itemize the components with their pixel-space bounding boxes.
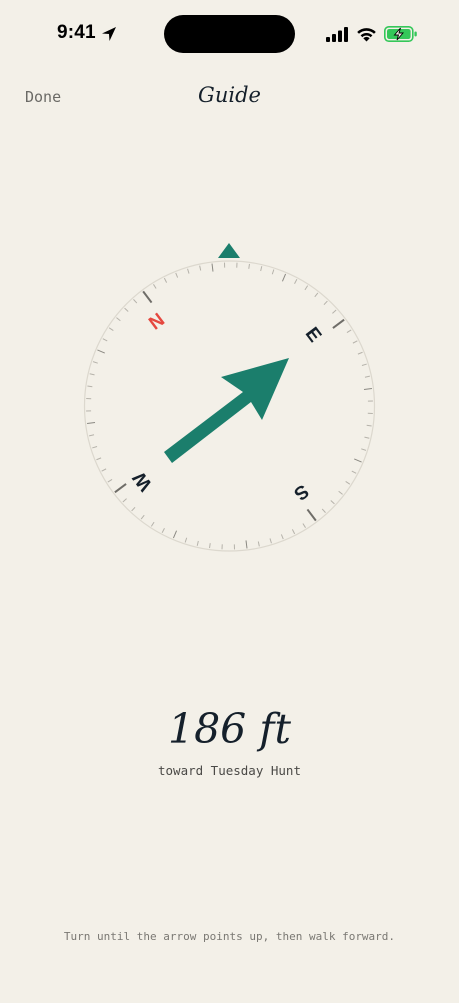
instruction-text: Turn until the arrow points up, then wal… <box>0 930 459 943</box>
compass-tick <box>258 541 259 546</box>
heading-marker-icon <box>218 243 240 258</box>
compass-tick <box>97 350 104 353</box>
compass-tick <box>364 437 369 438</box>
compass-tick <box>295 279 297 283</box>
compass-tick <box>87 386 92 387</box>
compass-tick <box>176 273 178 278</box>
compass: N E S W <box>0 0 459 998</box>
compass-tick <box>305 286 308 290</box>
compass-tick <box>116 318 120 321</box>
compass-tick <box>92 446 97 447</box>
compass-tick <box>362 364 367 365</box>
compass-tick <box>303 523 306 527</box>
compass-tick <box>109 328 113 331</box>
compass-tick <box>197 541 198 546</box>
compass-tick <box>315 293 318 297</box>
compass-tick <box>103 339 107 341</box>
cardinal-south: S <box>290 480 313 504</box>
compass-tick <box>367 425 372 426</box>
compass-tick <box>188 269 189 274</box>
compass-tick <box>364 389 372 390</box>
compass-tick <box>151 522 154 526</box>
distance-readout: 186 ft <box>0 705 459 753</box>
compass-tick <box>102 469 106 471</box>
compass-tick <box>331 500 335 503</box>
compass-tick <box>270 538 271 543</box>
compass-tick-major <box>333 320 344 328</box>
compass-tick-major <box>307 509 315 520</box>
compass-tick <box>132 507 135 511</box>
compass-tick <box>352 471 356 473</box>
compass-tick <box>90 374 95 375</box>
compass-tick <box>361 449 366 451</box>
compass-tick <box>93 362 98 364</box>
compass-tick <box>173 531 176 538</box>
compass-tick <box>354 459 361 462</box>
compass-tick <box>210 543 211 548</box>
compass-tick <box>162 528 164 532</box>
target-label: toward Tuesday Hunt <box>0 763 459 778</box>
compass-tick <box>358 352 363 354</box>
compass-tick-major <box>143 291 151 302</box>
compass-tick-major <box>115 484 126 492</box>
compass-tick <box>282 274 285 281</box>
compass-tick <box>87 423 95 424</box>
compass-tick <box>292 529 294 533</box>
compass-tick <box>125 308 129 311</box>
compass-tick <box>272 270 274 275</box>
compass-tick <box>322 509 325 513</box>
compass-tick <box>246 540 247 548</box>
compass-area: N E S W <box>0 0 459 998</box>
compass-tick <box>281 534 283 539</box>
compass-tick <box>141 515 144 519</box>
compass-tick <box>332 310 336 313</box>
compass-tick <box>153 284 156 288</box>
direction-arrow-icon <box>164 358 289 463</box>
compass-tick <box>346 481 350 484</box>
compass-tick <box>353 341 357 343</box>
compass-tick <box>185 538 187 543</box>
compass-tick <box>365 376 370 377</box>
compass-tick <box>89 435 94 436</box>
compass-tick <box>133 299 136 303</box>
compass-tick <box>324 301 327 305</box>
cardinal-east: E <box>301 324 325 347</box>
compass-tick <box>339 491 343 494</box>
cardinal-north: N <box>145 309 169 334</box>
compass-tick <box>249 264 250 269</box>
compass-tick <box>96 458 101 460</box>
compass-tick <box>261 266 262 271</box>
compass-tick <box>108 479 112 482</box>
compass-tick <box>123 499 127 502</box>
compass-tick <box>164 278 166 282</box>
compass-tick <box>212 264 213 272</box>
compass-tick <box>347 330 351 333</box>
compass-tick <box>200 266 201 271</box>
cardinal-west: W <box>129 467 157 494</box>
